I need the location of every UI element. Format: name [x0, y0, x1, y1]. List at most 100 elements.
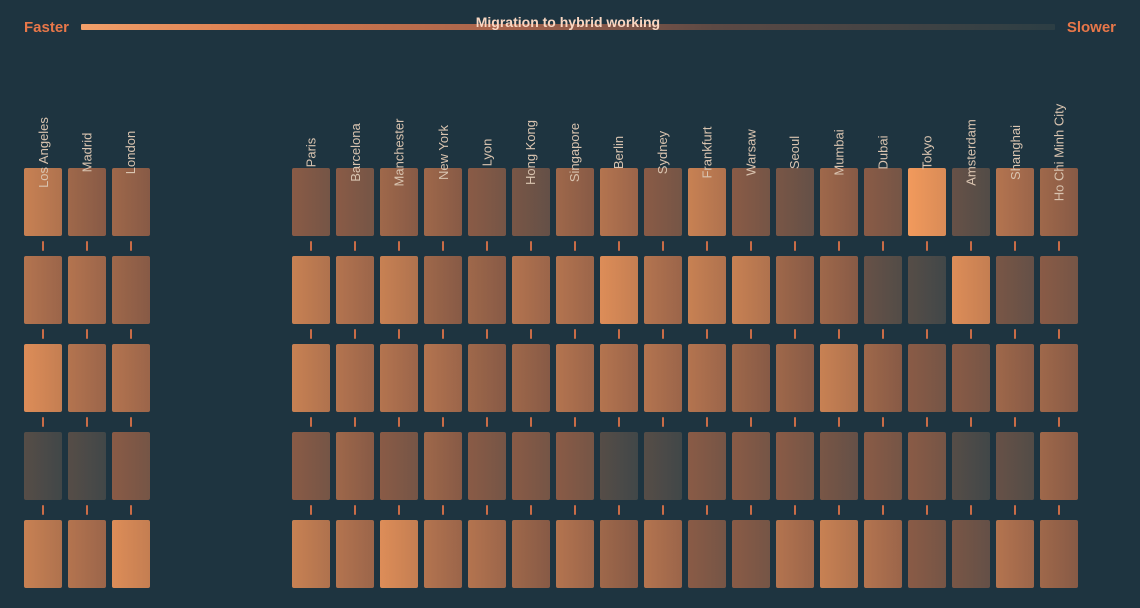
- heatmap-cell: [380, 256, 418, 324]
- heatmap-cell: [820, 168, 858, 236]
- heatmap-cell: [952, 520, 990, 588]
- heatmap-cell: [556, 344, 594, 412]
- row-divider: [688, 236, 726, 256]
- row-divider: [600, 412, 638, 432]
- row-divider: [600, 500, 638, 520]
- city-name: London: [124, 131, 139, 174]
- heatmap-cell: [776, 344, 814, 412]
- row-divider: [996, 500, 1034, 520]
- column-ho-chi-minh-city: Ho Chi Minh City: [1040, 60, 1078, 588]
- row-divider: [644, 500, 682, 520]
- row-divider: [68, 500, 106, 520]
- row-divider: [336, 412, 374, 432]
- heatmap-cell: [732, 256, 770, 324]
- row-divider: [864, 412, 902, 432]
- row-divider: [512, 500, 550, 520]
- city-name: Hong Kong: [524, 120, 539, 185]
- heatmap-cell: [996, 256, 1034, 324]
- column-label: Warsaw: [728, 60, 774, 160]
- heatmap-cell: [644, 432, 682, 500]
- row-divider: [644, 412, 682, 432]
- heatmap-cell: [512, 256, 550, 324]
- row-divider: [68, 412, 106, 432]
- heatmap-cell: [952, 344, 990, 412]
- row-divider: [292, 500, 330, 520]
- row-divider: [1040, 236, 1078, 256]
- heatmap-cell: [68, 520, 106, 588]
- city-name: Frankfurt: [700, 126, 715, 178]
- city-name: Berlin: [612, 136, 627, 169]
- row-divider: [512, 324, 550, 344]
- heatmap-cell: [68, 256, 106, 324]
- row-divider: [1040, 324, 1078, 344]
- row-divider: [468, 412, 506, 432]
- column-manchester: Manchester: [380, 60, 418, 588]
- row-divider: [688, 500, 726, 520]
- row-divider: [380, 500, 418, 520]
- row-divider: [864, 236, 902, 256]
- column-cells: [424, 168, 462, 588]
- heatmap-cell: [952, 432, 990, 500]
- column-sydney: Sydney: [644, 60, 682, 588]
- row-divider: [864, 500, 902, 520]
- heatmap-cell: [468, 520, 506, 588]
- column-dubai: Dubai: [864, 60, 902, 588]
- heatmap-cell: [908, 168, 946, 236]
- heatmap-cell: [644, 344, 682, 412]
- city-name: Dubai: [876, 136, 891, 170]
- column-cells: [688, 168, 726, 588]
- heatmap-cell: [424, 344, 462, 412]
- row-divider: [688, 324, 726, 344]
- heatmap-cell: [68, 168, 106, 236]
- heatmap-cell: [292, 432, 330, 500]
- city-name: Sydney: [656, 131, 671, 174]
- city-name: Manchester: [392, 119, 407, 187]
- row-divider: [688, 412, 726, 432]
- heatmap-cell: [512, 520, 550, 588]
- heatmap-cell: [112, 256, 150, 324]
- row-divider: [292, 412, 330, 432]
- heatmap-cell: [688, 520, 726, 588]
- heatmap-cell: [688, 256, 726, 324]
- column-cells: [732, 168, 770, 588]
- heatmap-cell: [820, 344, 858, 412]
- row-divider: [112, 236, 150, 256]
- row-divider: [732, 500, 770, 520]
- heatmap-cell: [556, 256, 594, 324]
- heatmap-cell: [380, 520, 418, 588]
- column-label: Mumbai: [816, 60, 862, 160]
- row-divider: [820, 236, 858, 256]
- heatmap-cell: [68, 432, 106, 500]
- heatmap-cell: [112, 344, 150, 412]
- city-name: Mumbai: [832, 129, 847, 175]
- column-label: Lyon: [473, 60, 501, 160]
- heatmap-cell: [424, 432, 462, 500]
- row-divider: [292, 236, 330, 256]
- heatmap-cell: [336, 432, 374, 500]
- row-divider: [424, 324, 462, 344]
- row-divider: [864, 324, 902, 344]
- row-divider: [732, 236, 770, 256]
- heatmap-cell: [864, 168, 902, 236]
- heatmap-cell: [468, 168, 506, 236]
- row-divider: [468, 236, 506, 256]
- chart-root: Faster Migration to hybrid working Slowe…: [0, 0, 1140, 608]
- column-label: Singapore: [545, 60, 604, 160]
- row-divider: [512, 412, 550, 432]
- row-divider: [952, 236, 990, 256]
- chart-title: Migration to hybrid working: [476, 14, 660, 30]
- heatmap-cell: [864, 344, 902, 412]
- heatmap-cell: [644, 520, 682, 588]
- heatmap-cell: [1040, 432, 1078, 500]
- heatmap-cell: [1040, 256, 1078, 324]
- column-frankfurt: Frankfurt: [688, 60, 726, 588]
- row-divider: [820, 412, 858, 432]
- heatmap-cell: [996, 520, 1034, 588]
- row-divider: [952, 412, 990, 432]
- legend-faster-label: Faster: [24, 19, 69, 36]
- heatmap-cell: [732, 344, 770, 412]
- row-divider: [908, 412, 946, 432]
- heatmap-cell: [600, 168, 638, 236]
- row-divider: [24, 412, 62, 432]
- row-divider: [468, 500, 506, 520]
